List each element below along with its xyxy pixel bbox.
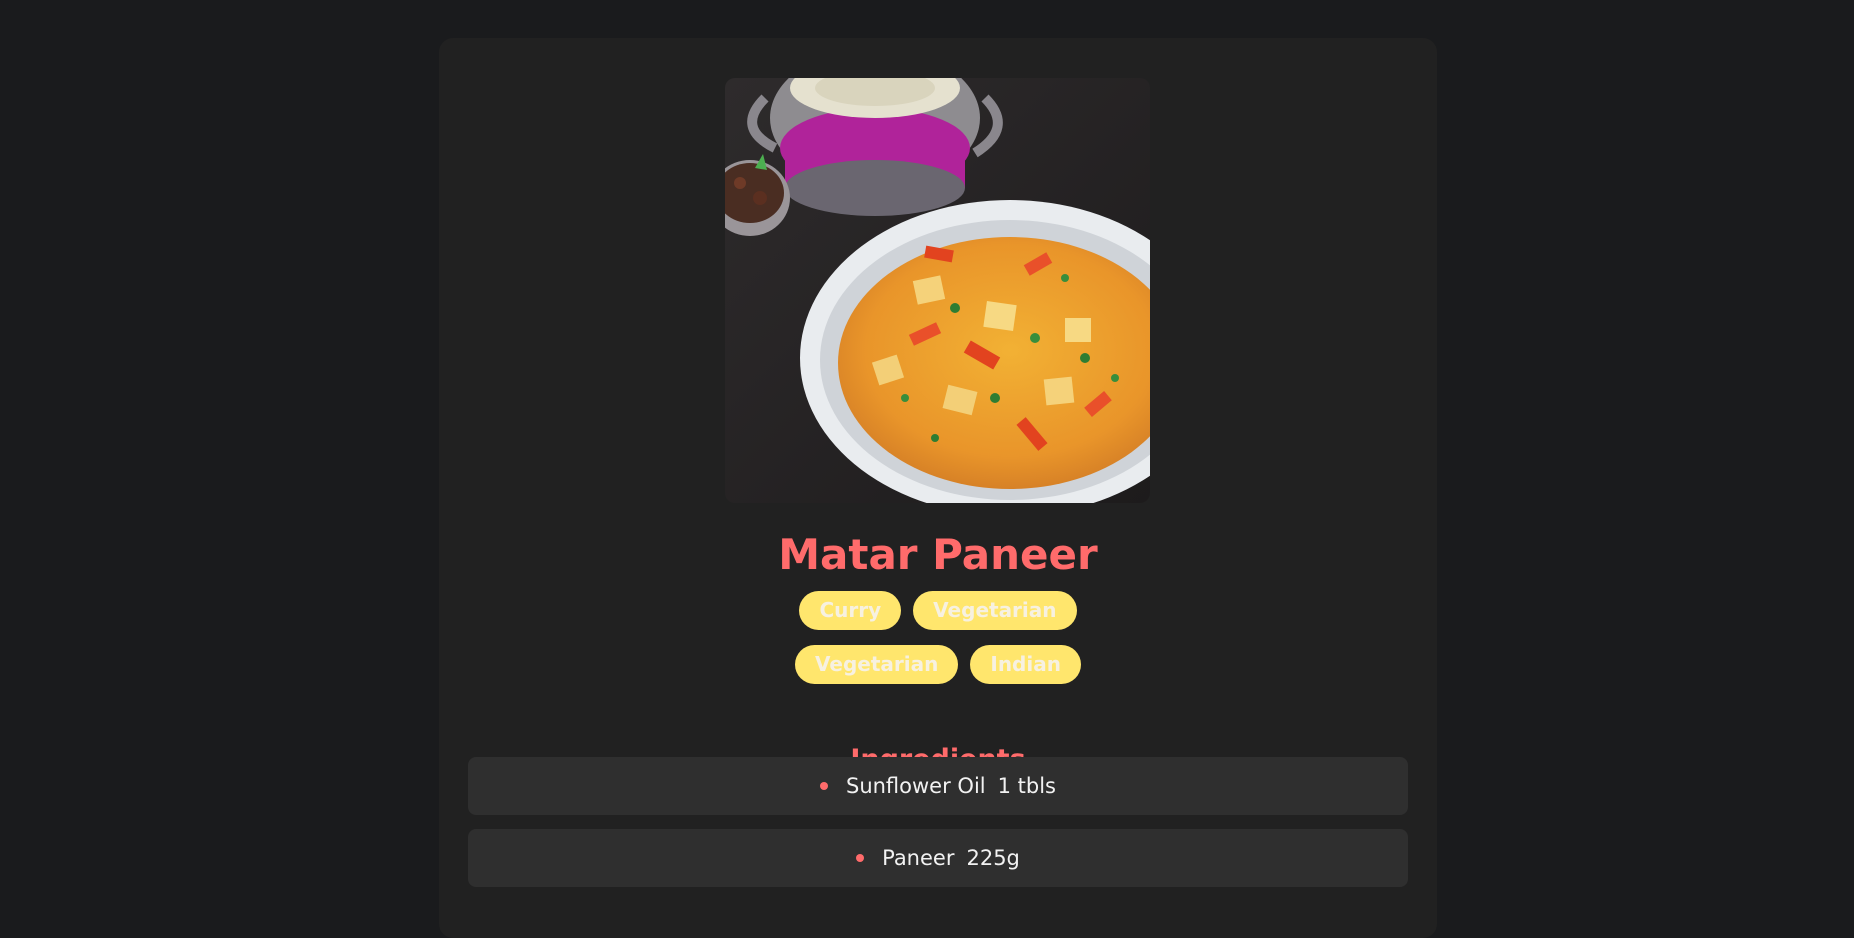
recipe-image [725, 78, 1150, 503]
recipe-title: Matar Paneer [778, 530, 1098, 579]
ingredient-measure: 225g [966, 846, 1020, 870]
tag-vegetarian[interactable]: Vegetarian [795, 645, 959, 684]
tag-indian[interactable]: Indian [970, 645, 1081, 684]
tag-vegetarian[interactable]: Vegetarian [913, 591, 1077, 630]
tag-list: Vegetarian Indian [439, 645, 1437, 684]
ingredient-measure: 1 tbls [997, 774, 1057, 798]
tag-list: Curry Vegetarian [439, 591, 1437, 630]
ingredient-name: Sunflower Oil [845, 774, 986, 798]
tag-curry[interactable]: Curry [799, 591, 902, 630]
recipe-card: Matar Paneer Curry Vegetarian Vegetarian… [439, 38, 1437, 938]
ingredient-name: Paneer [882, 846, 955, 870]
bullet-icon [856, 854, 865, 862]
ingredient-item: Sunflower Oil 1 tbls [468, 757, 1408, 815]
ingredient-item: Paneer 225g [468, 829, 1408, 887]
bullet-icon [819, 782, 828, 790]
